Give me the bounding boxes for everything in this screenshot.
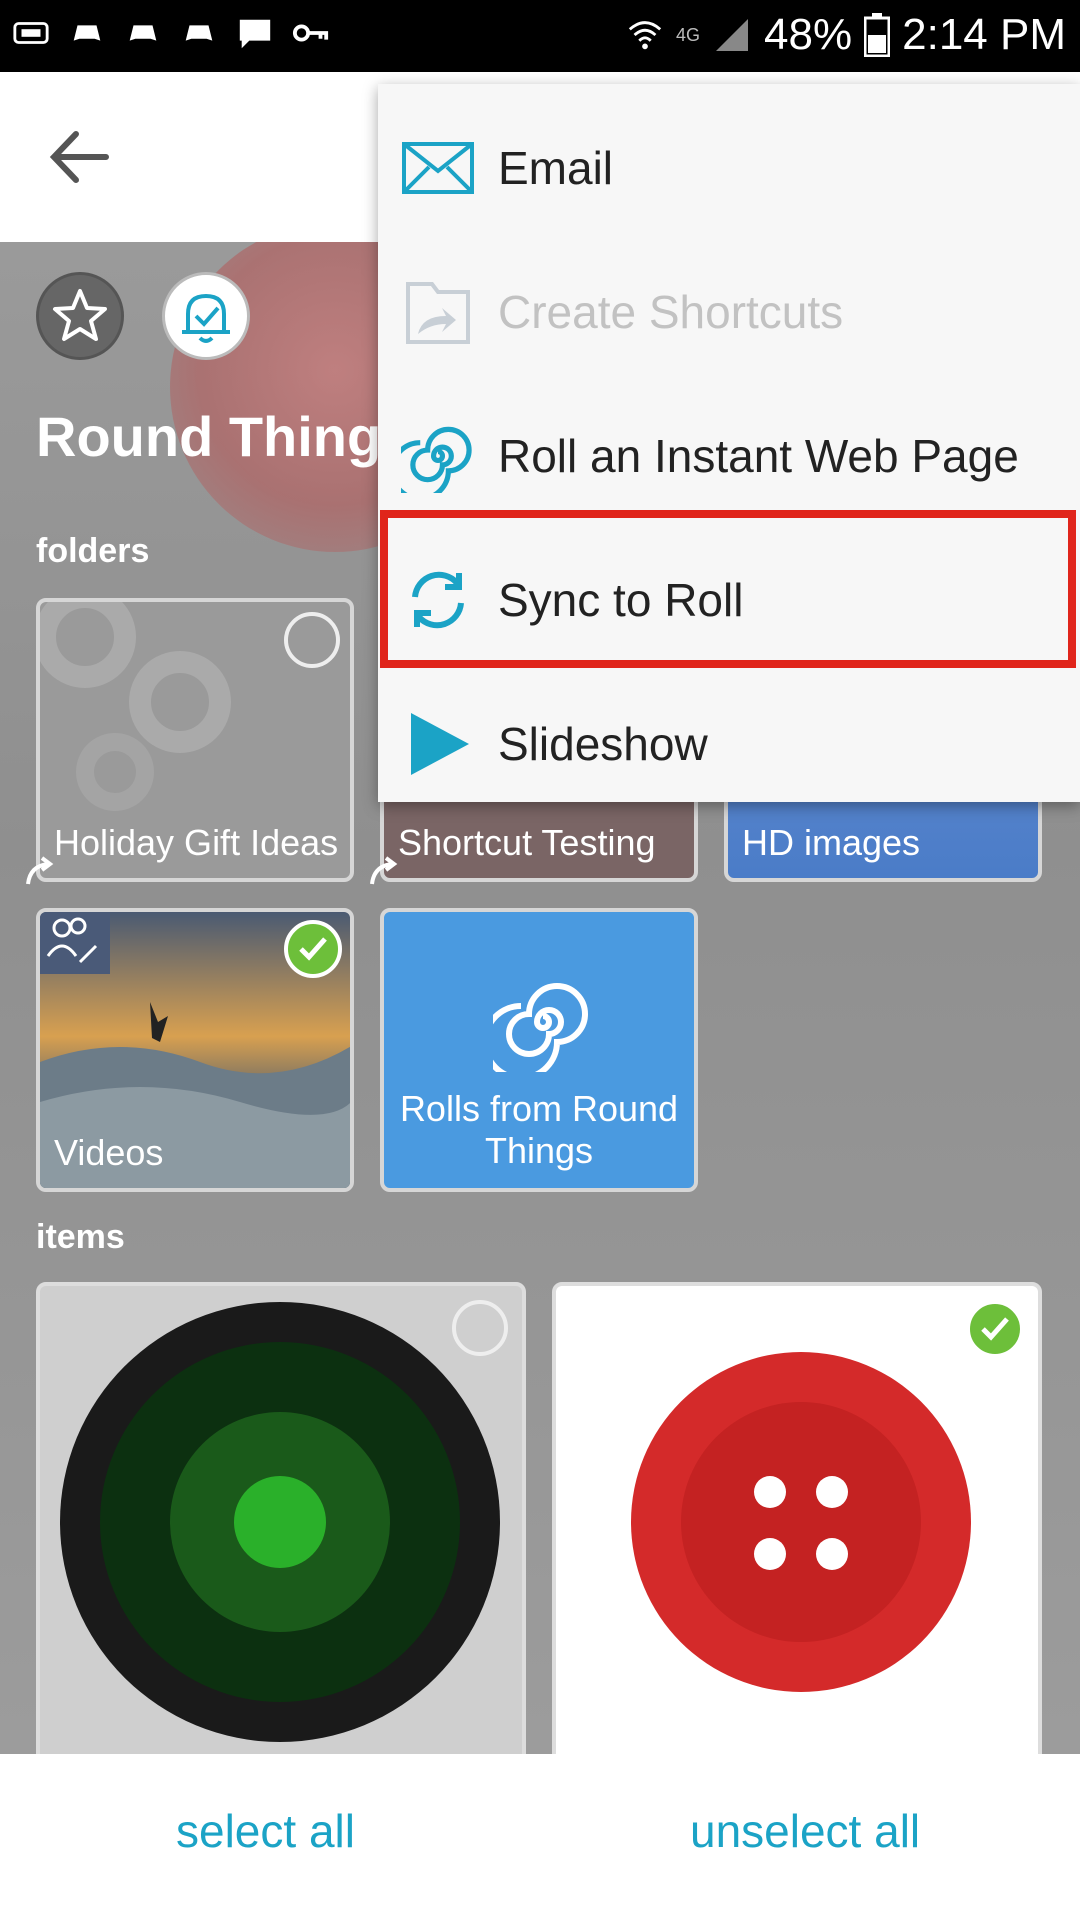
notification-button[interactable] <box>162 272 250 360</box>
notification-icons <box>12 14 330 52</box>
items-label: items <box>36 1218 125 1256</box>
highlight-box <box>380 510 1076 668</box>
back-arrow-icon[interactable] <box>44 122 114 192</box>
play-icon <box>400 706 476 782</box>
page-title: Round Things <box>36 405 413 468</box>
select-circle[interactable] <box>284 612 340 668</box>
message-icon <box>239 19 271 49</box>
game-controller-icon <box>73 25 101 41</box>
green-lens-image <box>60 1302 500 1742</box>
rolls-folder-tile[interactable]: Rolls from Round Things <box>380 908 698 1192</box>
selected-check[interactable] <box>284 920 342 978</box>
folder-tile[interactable]: Videos <box>36 908 354 1192</box>
menu-item-label: Create Shortcuts <box>498 286 844 338</box>
shortcut-arrow-icon <box>26 856 54 885</box>
folder-label: Holiday Gift Ideas <box>54 822 339 863</box>
envelope-icon <box>400 130 476 206</box>
menu-item-slideshow[interactable]: Slideshow <box>378 672 1080 816</box>
battery-percent: 48% <box>764 10 853 59</box>
selected-check[interactable] <box>966 1300 1024 1358</box>
network-type: 4G <box>676 24 701 45</box>
unselect-all-button[interactable]: unselect all <box>690 1804 920 1858</box>
menu-item-label: Slideshow <box>498 718 708 770</box>
bottom-bar: select all unselect all <box>0 1754 1080 1920</box>
status-indicators: 4G 48% 2:14 PM <box>626 10 1066 60</box>
checkmark-icon <box>299 937 327 961</box>
folders-label: folders <box>36 532 150 570</box>
star-icon <box>53 289 107 341</box>
menu-item-roll-web-page[interactable]: Roll an Instant Web Page <box>378 384 1080 528</box>
shortcut-folder-icon <box>400 274 476 350</box>
wifi-icon <box>628 21 662 50</box>
folder-label: HD images <box>742 822 921 863</box>
menu-item-email[interactable]: Email <box>378 96 1080 240</box>
game-controller-icon <box>129 25 157 41</box>
red-button-image <box>631 1352 971 1692</box>
status-bar: 4G 48% 2:14 PM <box>0 0 1080 72</box>
folder-label: Videos <box>54 1132 164 1173</box>
clock: 2:14 PM <box>902 10 1066 59</box>
folder-tile[interactable]: Holiday Gift Ideas <box>36 598 354 882</box>
people-edit-icon <box>46 917 98 964</box>
menu-item-label: Email <box>498 142 614 194</box>
favorite-button[interactable] <box>36 272 124 360</box>
red-button-item[interactable] <box>552 1282 1042 1754</box>
overflow-menu: Email Create Shortcuts Roll an Instant W… <box>378 84 1080 802</box>
signal-icon <box>716 19 749 51</box>
sim-card-icon <box>13 22 49 44</box>
spiral-icon <box>400 418 476 494</box>
key-icon <box>292 24 329 42</box>
game-controller-icon <box>185 25 213 41</box>
collaboration-badge <box>40 912 110 974</box>
select-all-button[interactable]: select all <box>176 1804 355 1858</box>
menu-item-create-shortcuts[interactable]: Create Shortcuts <box>378 240 1080 384</box>
folder-label: Shortcut Testing <box>398 822 656 863</box>
bell-check-icon <box>182 293 230 343</box>
spiral-icon <box>493 983 588 1072</box>
green-lens-item[interactable] <box>36 1282 526 1754</box>
battery-icon <box>864 13 891 57</box>
select-circle[interactable] <box>452 1300 508 1356</box>
shortcut-arrow-icon <box>370 856 398 885</box>
checkmark-icon <box>981 1317 1009 1341</box>
folder-label: Rolls from Round Things <box>399 1088 679 1171</box>
menu-item-label: Roll an Instant Web Page <box>498 430 1019 482</box>
